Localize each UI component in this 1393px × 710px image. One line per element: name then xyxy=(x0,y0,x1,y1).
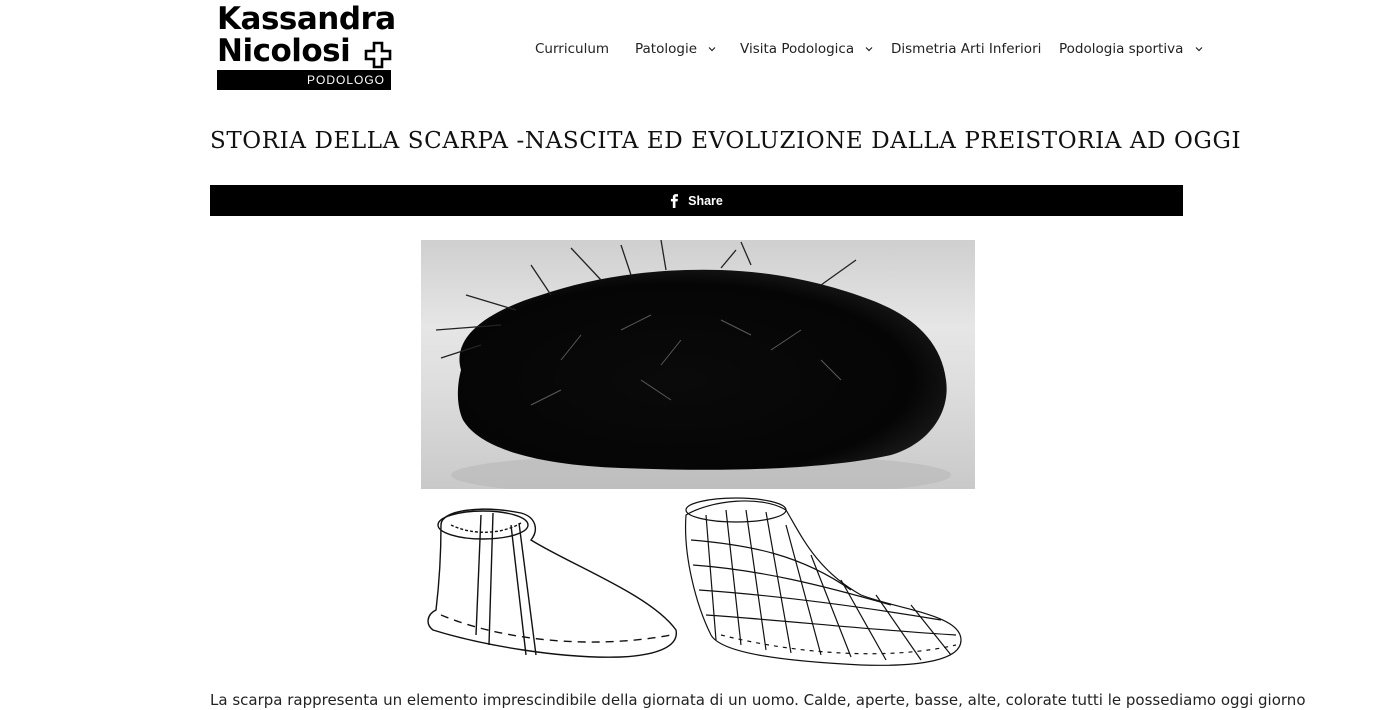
chevron-down-icon xyxy=(1195,47,1203,52)
nav-item-label: Curriculum xyxy=(535,41,610,57)
site-logo[interactable]: Kassandra Nicolosi PODOLOGO xyxy=(217,4,396,90)
logo-name-first: Kassandra xyxy=(217,1,396,37)
facebook-icon xyxy=(671,193,679,208)
logo-subtitle: PODOLOGO xyxy=(306,73,385,87)
plus-cross-icon xyxy=(364,41,392,69)
article-intro: La scarpa rappresenta un elemento impres… xyxy=(210,691,1306,709)
logo-name-last: Nicolosi xyxy=(217,33,351,69)
nav-item-label: Podologia sportiva xyxy=(1059,41,1184,57)
chevron-down-icon xyxy=(708,47,716,52)
chevron-down-icon xyxy=(865,47,873,52)
nav-item-dismetria[interactable]: Dismetria Arti Inferiori xyxy=(891,40,1041,58)
nav-item-patologie[interactable]: Patologie xyxy=(635,40,716,58)
logo-band: PODOLOGO xyxy=(217,70,391,90)
nav-item-label: Dismetria Arti Inferiori xyxy=(891,41,1042,57)
nav-item-visita-podologica[interactable]: Visita Podologica xyxy=(740,40,873,58)
share-button[interactable]: Share xyxy=(210,185,1183,216)
nav-item-curriculum[interactable]: Curriculum xyxy=(535,40,609,58)
nav-item-podologia-sportiva[interactable]: Podologia sportiva xyxy=(1059,40,1203,58)
nav-item-label: Patologie xyxy=(635,41,697,57)
nav-item-label: Visita Podologica xyxy=(740,41,855,57)
shoe-drawings xyxy=(427,497,962,666)
prehistoric-shoe-photo xyxy=(435,240,951,489)
page-title: STORIA DELLA SCARPA -NASCITA ED EVOLUZIO… xyxy=(210,128,1242,154)
share-label: Share xyxy=(688,193,723,208)
article-photo xyxy=(421,240,975,489)
